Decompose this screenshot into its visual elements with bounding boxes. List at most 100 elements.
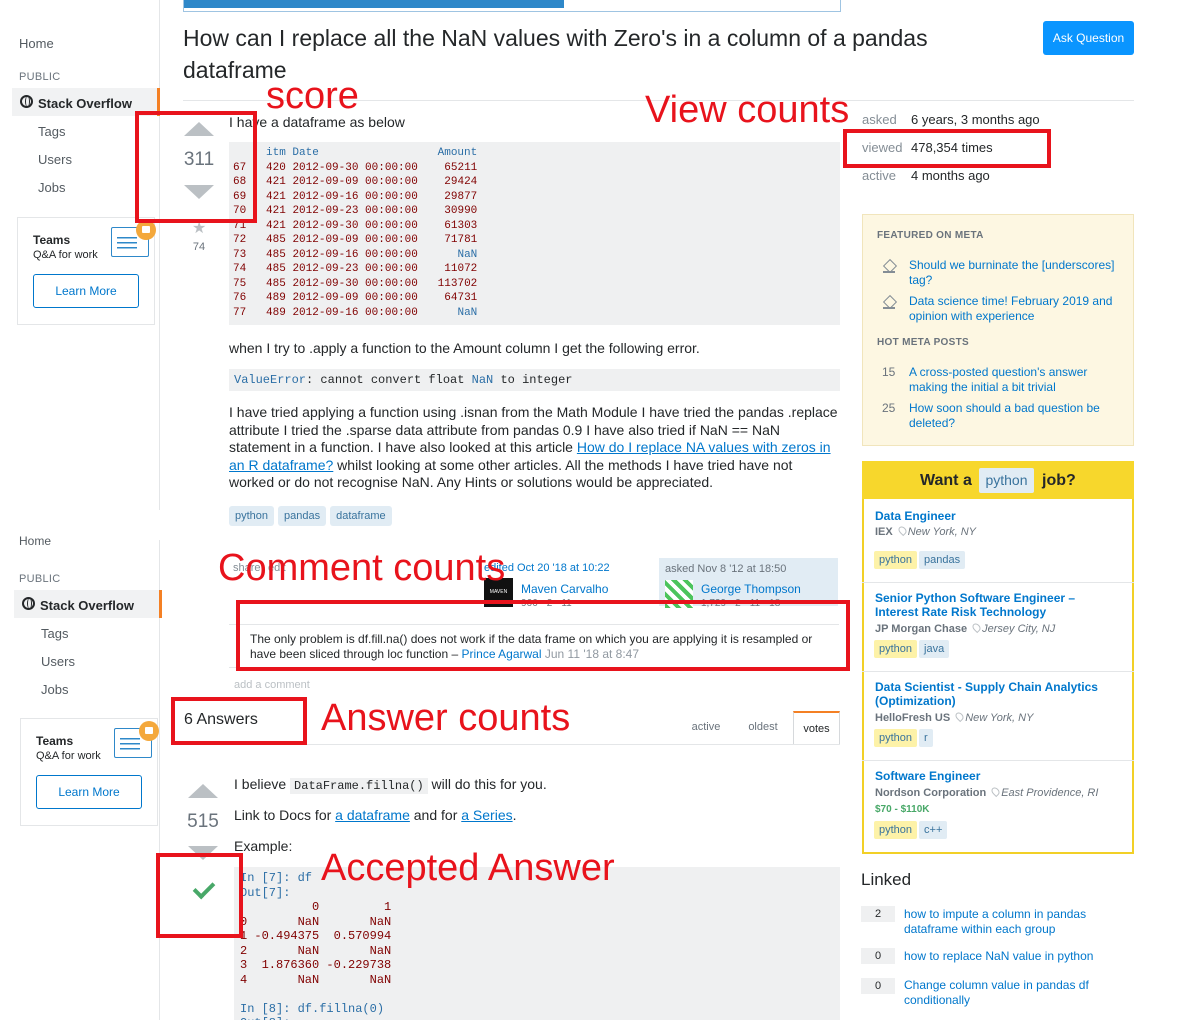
tab-votes[interactable]: votes <box>793 711 840 744</box>
nav-stack-overflow-label: Stack Overflow <box>40 598 134 613</box>
docs-dataframe-link[interactable]: a dataframe <box>335 807 410 823</box>
nav-jobs[interactable]: Jobs <box>41 682 68 697</box>
dataframe-code-block: itm Date Amount 67 420 2012-09-30 00:00:… <box>229 142 840 325</box>
asked-label: asked <box>862 112 897 127</box>
learn-more-button[interactable]: Learn More <box>33 274 139 308</box>
meta-sidebar-box: FEATURED ON META Should we burninate the… <box>862 214 1134 446</box>
upvote-arrow-icon[interactable] <box>188 784 218 798</box>
ask-question-button[interactable]: Ask Question <box>1043 21 1134 55</box>
tag-pandas[interactable]: pandas <box>278 506 327 526</box>
linked-link-1[interactable]: how to impute a column in pandas datafra… <box>904 907 1119 936</box>
job-company: JP Morgan Chase Jersey City, NJ <box>875 621 1056 635</box>
job-title[interactable]: Software Engineer <box>875 769 1115 783</box>
job-tags-3: python r <box>874 729 935 747</box>
editor-name[interactable]: Maven Carvalho <box>521 582 608 596</box>
teams-title: Teams <box>36 734 74 748</box>
row-amount: 65211 <box>444 161 478 174</box>
job-title[interactable]: Data Engineer <box>875 509 1115 523</box>
dataframe-row: 72 485 2012-09-09 00:00:00 71781 <box>233 234 477 246</box>
annotation-answers-label: Answer counts <box>321 697 571 739</box>
hot-link-1[interactable]: A cross-posted question's answer making … <box>909 365 1123 394</box>
dataframe-row: 67 420 2012-09-30 00:00:00 65211 <box>233 162 477 174</box>
answer-paragraph-1: I believe DataFrame.fillna() will do thi… <box>234 775 547 795</box>
row-index: 76 <box>233 292 247 304</box>
row-itm: 421 <box>266 205 286 217</box>
question-tags: python pandas dataframe <box>229 506 396 526</box>
tab-oldest[interactable]: oldest <box>738 711 788 744</box>
docs-series-link[interactable]: a Series <box>461 807 512 823</box>
tag-python[interactable]: python <box>229 506 275 526</box>
row-date: 2012-09-16 00:00:00 <box>292 306 418 319</box>
asker-name[interactable]: George Thompson <box>701 582 801 596</box>
row-amount: 29424 <box>444 176 478 188</box>
nav-users[interactable]: Users <box>38 152 72 167</box>
nav-public-heading: PUBLIC <box>19 573 61 585</box>
job-listing-1-top[interactable]: Data Engineer IEX New York, NY <box>862 499 1134 544</box>
job-tag[interactable]: python <box>874 551 918 569</box>
featured-link-2[interactable]: Data science time! February 2019 and opi… <box>909 294 1123 323</box>
error-msg: : cannot convert float <box>306 373 472 387</box>
left-sidebar-lower: Home PUBLIC Stack Overflow Tags Users Jo… <box>0 534 162 1020</box>
job-title[interactable]: Senior Python Software Engineer – Intere… <box>875 591 1115 619</box>
nav-tags[interactable]: Tags <box>41 626 68 641</box>
job-tag[interactable]: c++ <box>919 821 948 839</box>
job-company-name: Nordson Corporation <box>875 787 987 799</box>
left-sidebar: Home PUBLIC Stack Overflow Tags Users Jo… <box>0 0 160 510</box>
linked-link-3[interactable]: Change column value in pandas df conditi… <box>904 978 1119 1007</box>
tag-dataframe[interactable]: dataframe <box>330 506 392 526</box>
learn-more-button[interactable]: Learn More <box>36 775 142 809</box>
job-tag[interactable]: python <box>874 821 918 839</box>
ans-p1-a: I believe <box>234 776 291 792</box>
row-itm: 420 <box>266 161 286 174</box>
answer-code-line: 2 NaN NaN <box>240 943 392 958</box>
nav-home[interactable]: Home <box>19 36 54 51</box>
dataframe-row: 73 485 2012-09-16 00:00:00 NaN <box>233 249 477 261</box>
row-date: 2012-09-16 00:00:00 <box>292 248 418 261</box>
annotation-accepted-label: Accepted Answer <box>321 847 615 889</box>
nav-stack-overflow-label: Stack Overflow <box>38 96 132 111</box>
location-pin-icon <box>970 621 983 634</box>
hot-meta-header: HOT META POSTS <box>877 337 969 348</box>
ans-p2-a: Link to Docs for <box>234 807 336 823</box>
annotation-box-accepted <box>156 853 243 938</box>
row-index: 77 <box>233 306 247 319</box>
linked-score-1: 2 <box>861 906 895 922</box>
nav-tags[interactable]: Tags <box>38 124 65 139</box>
answer-code-line: 4 NaN NaN <box>240 972 392 987</box>
job-location: New York, NY <box>965 712 1034 724</box>
job-tag[interactable]: python <box>874 640 918 658</box>
divider <box>862 582 1134 583</box>
globe-icon <box>22 597 35 610</box>
featured-link-1[interactable]: Should we burninate the [underscores] ta… <box>909 258 1123 287</box>
globe-icon <box>20 95 33 108</box>
row-itm: 485 <box>266 248 286 261</box>
teams-title: Teams <box>33 233 71 247</box>
annotation-box-comments <box>236 600 850 671</box>
linked-link-2[interactable]: how to replace NaN value in python <box>904 949 1119 964</box>
asker-signature: asked Nov 8 '12 at 18:50 George Thompson… <box>659 558 838 609</box>
row-itm: 421 <box>266 219 286 232</box>
job-tag[interactable]: pandas <box>919 551 966 569</box>
job-tags-4: python c++ <box>874 821 949 839</box>
row-amount: 30990 <box>444 205 478 217</box>
annotation-box-answers <box>171 697 307 745</box>
hot-link-2[interactable]: How soon should a bad question be delete… <box>909 401 1123 430</box>
job-tag[interactable]: r <box>919 729 933 747</box>
nav-home[interactable]: Home <box>19 534 51 548</box>
row-amount: 71781 <box>444 234 478 246</box>
hot-count-2: 25 <box>882 401 896 415</box>
nav-stack-overflow[interactable]: Stack Overflow <box>14 590 162 618</box>
tab-active[interactable]: active <box>680 711 732 744</box>
job-tag[interactable]: java <box>919 640 950 658</box>
nav-public-heading: PUBLIC <box>19 71 61 83</box>
job-location: Jersey City, NJ <box>982 623 1056 635</box>
error-code-block: ValueError: cannot convert float NaN to … <box>229 369 840 391</box>
nav-users[interactable]: Users <box>41 654 75 669</box>
row-date: 2012-09-30 00:00:00 <box>292 219 418 232</box>
job-tag[interactable]: python <box>874 729 918 747</box>
job-title[interactable]: Data Scientist - Supply Chain Analytics … <box>875 680 1115 708</box>
add-comment-link[interactable]: add a comment <box>234 679 310 691</box>
nav-jobs[interactable]: Jobs <box>38 180 65 195</box>
dataframe-row: 77 489 2012-09-16 00:00:00 NaN <box>233 307 477 319</box>
lock-icon <box>136 220 156 240</box>
